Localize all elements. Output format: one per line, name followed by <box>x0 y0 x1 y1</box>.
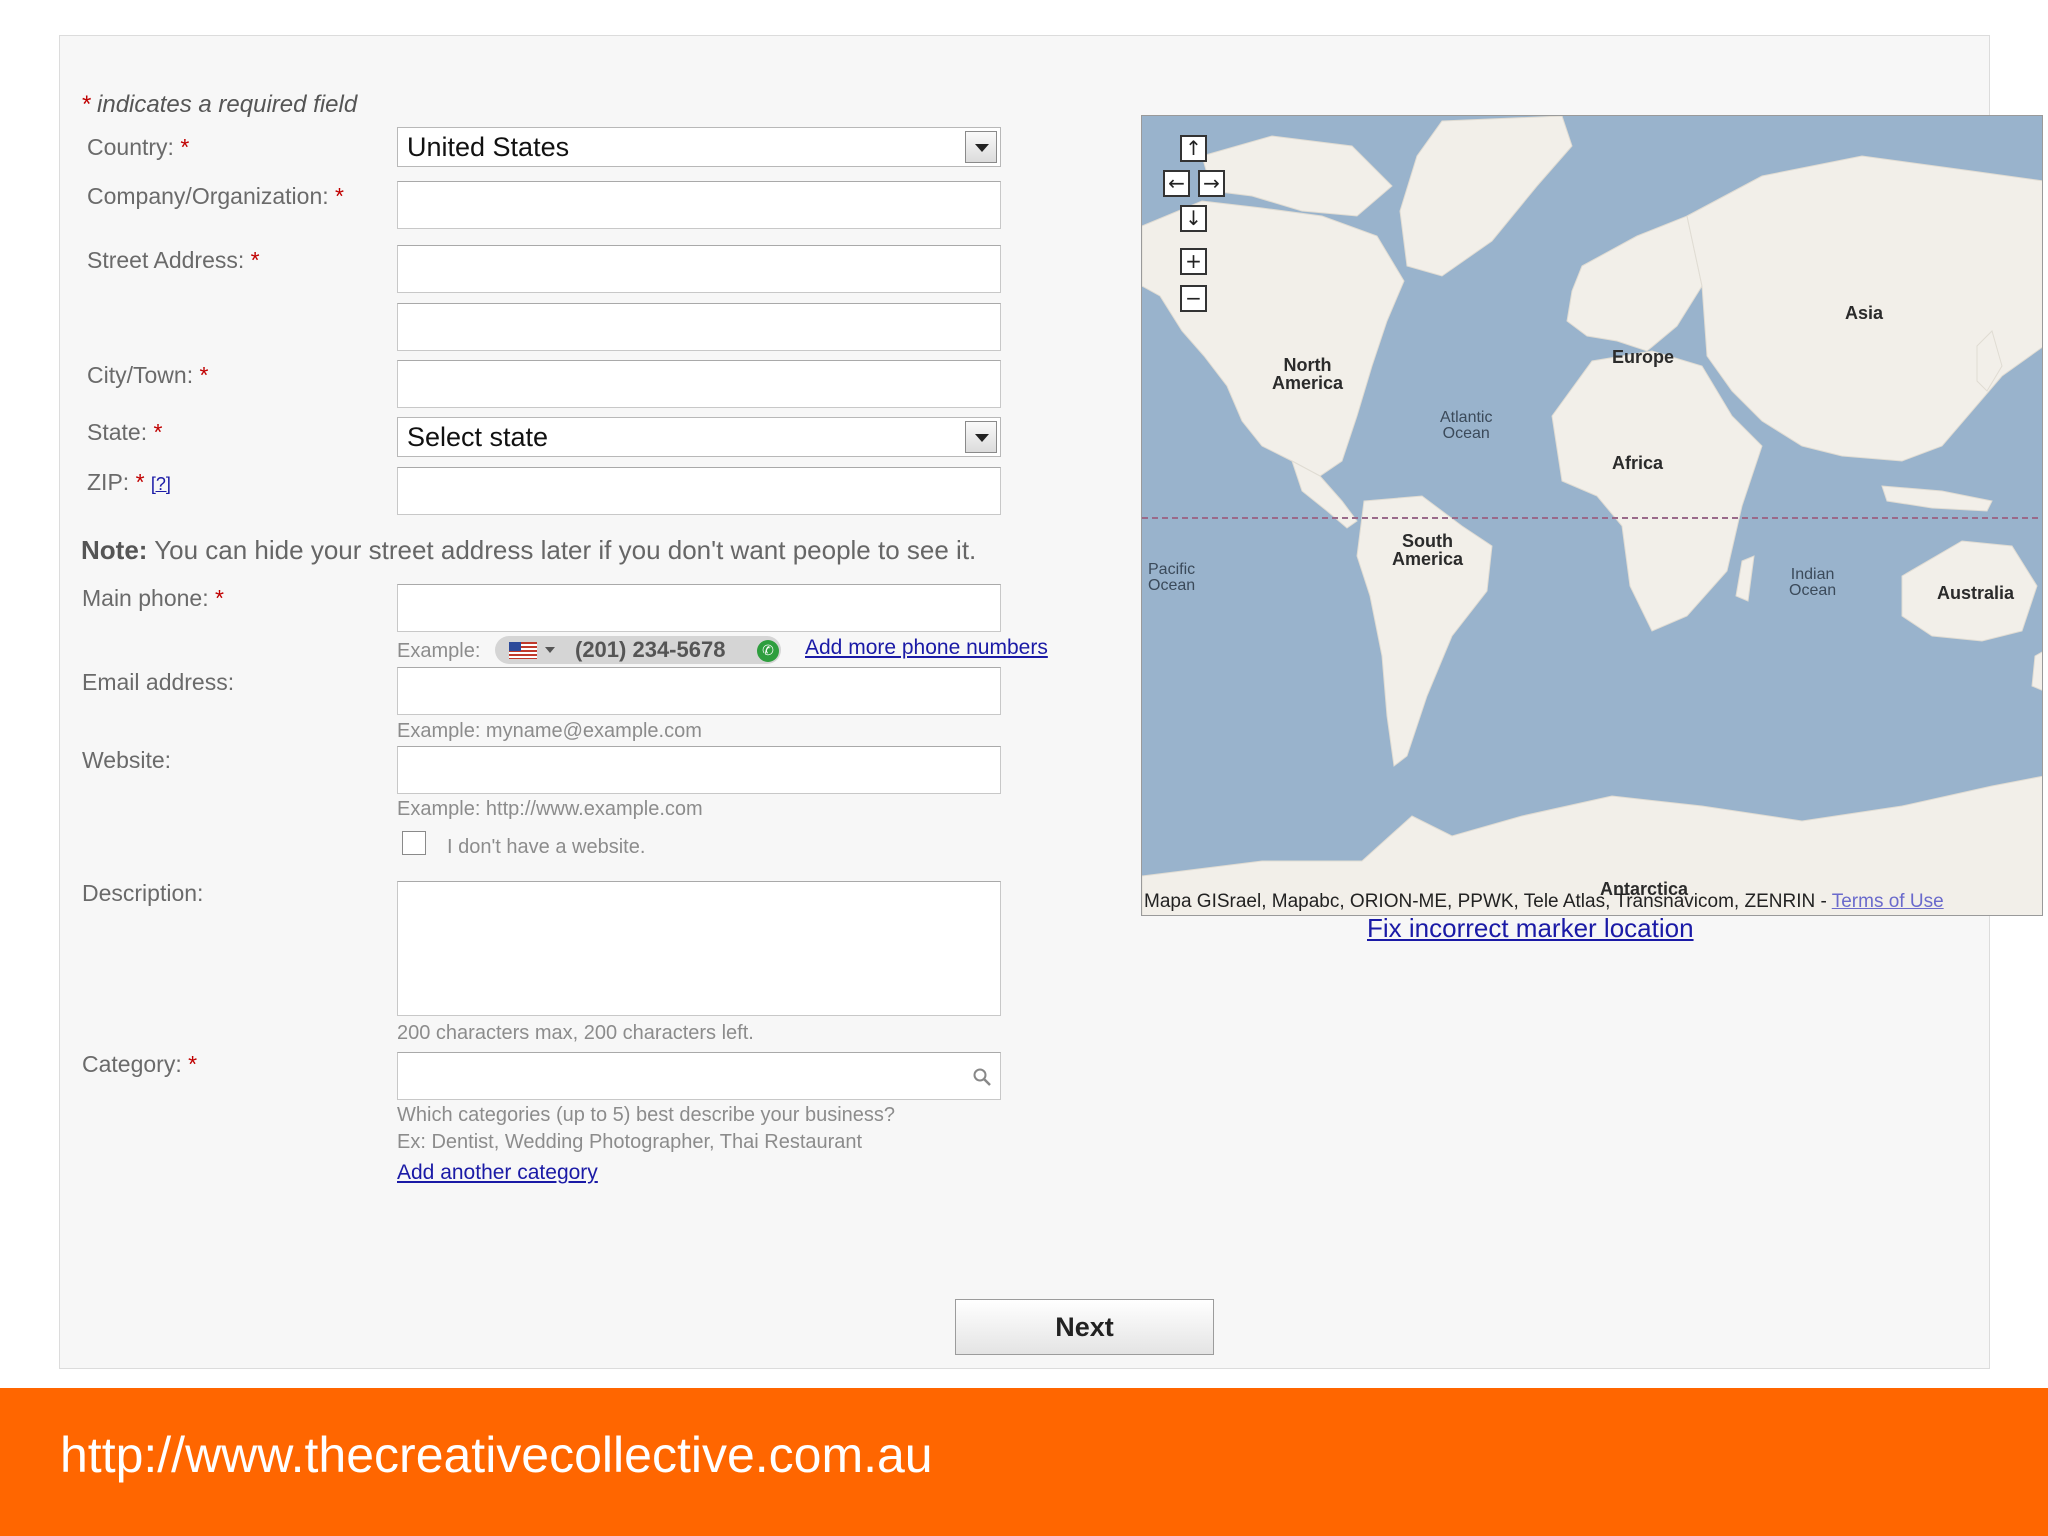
footer-url: http://www.thecreativecollective.com.au <box>60 1427 933 1483</box>
business-form-panel: * indicates a required field Country: * … <box>59 35 2043 1369</box>
greenland-landmass <box>1399 116 1573 277</box>
map-label-asia: Asia <box>1845 303 1884 323</box>
map-label-pacific-ocean: Pacific Ocean <box>1148 561 1196 594</box>
map-label-north-america: North America <box>1272 355 1344 393</box>
chevron-down-icon[interactable] <box>965 421 997 453</box>
next-button[interactable]: Next <box>955 1299 1214 1355</box>
description-counter: 200 characters max, 200 characters left. <box>397 1022 754 1044</box>
pan-right-icon[interactable]: → <box>1198 170 1225 197</box>
fix-marker-location-link[interactable]: Fix incorrect marker location <box>1367 913 1694 944</box>
north-america-landmass <box>1142 200 1405 477</box>
add-category-link[interactable]: Add another category <box>397 1161 598 1185</box>
description-label: Description: <box>82 880 204 906</box>
chevron-down-icon[interactable] <box>965 131 997 163</box>
pan-up-icon[interactable]: ↑ <box>1180 135 1207 162</box>
zip-label: ZIP: * [?] <box>87 469 171 495</box>
country-label: Country: * <box>87 134 190 160</box>
city-label: City/Town: * <box>87 362 209 388</box>
phone-label: Main phone: * <box>82 585 224 611</box>
footer-banner: http://www.thecreativecollective.com.au <box>0 1388 2048 1536</box>
required-note: * indicates a required field <box>81 91 358 118</box>
map-label-europe: Europe <box>1612 347 1675 367</box>
indonesia-landmass <box>1881 485 1993 512</box>
madagascar-landmass <box>1735 555 1755 602</box>
zoom-out-icon[interactable]: − <box>1180 285 1207 312</box>
category-label: Category: * <box>82 1051 198 1077</box>
pan-down-icon[interactable]: ↓ <box>1180 205 1207 232</box>
phone-input[interactable] <box>397 584 1001 632</box>
website-example: Example: http://www.example.com <box>397 798 703 820</box>
pan-left-icon[interactable]: ← <box>1163 170 1190 197</box>
company-label: Company/Organization: * <box>87 183 344 209</box>
phone-call-icon: ✆ <box>757 640 779 662</box>
no-website-label: I don't have a website. <box>447 836 646 858</box>
new-zealand-landmass <box>2031 651 2042 691</box>
search-icon[interactable] <box>972 1067 992 1087</box>
city-input[interactable] <box>397 360 1001 408</box>
africa-landmass <box>1551 350 1763 632</box>
email-label: Email address: <box>82 669 235 695</box>
category-input[interactable] <box>397 1052 1001 1100</box>
street-input-line2[interactable] <box>397 303 1001 351</box>
map-label-australia: Australia <box>1937 583 2015 603</box>
phone-example-number: (201) 234-5678 <box>575 637 726 662</box>
phone-example-chip: (201) 234-5678 ✆ <box>495 636 781 664</box>
state-select[interactable]: Select state <box>397 417 1001 457</box>
category-hint: Which categories (up to 5) best describe… <box>397 1104 896 1126</box>
map-label-south-america: South America <box>1392 531 1464 569</box>
world-map <box>1142 116 2042 915</box>
country-select[interactable]: United States <box>397 127 1001 167</box>
street-privacy-note: Note: You can hide your street address l… <box>81 535 977 565</box>
state-label: State: * <box>87 419 163 445</box>
map-label-atlantic-ocean: Atlantic Ocean <box>1440 409 1493 442</box>
no-website-checkbox[interactable] <box>402 831 426 855</box>
map-view[interactable]: North America South America Europe Asia Af… <box>1141 115 2043 916</box>
street-input-line1[interactable] <box>397 245 1001 293</box>
email-input[interactable] <box>397 667 1001 715</box>
us-flag-icon <box>509 642 537 659</box>
chevron-down-icon <box>545 647 555 653</box>
website-label: Website: <box>82 747 172 773</box>
zoom-in-icon[interactable]: + <box>1180 248 1207 275</box>
europe-landmass <box>1566 215 1703 352</box>
map-label-africa: Africa <box>1612 453 1664 473</box>
company-input[interactable] <box>397 181 1001 229</box>
street-label: Street Address: * <box>87 247 260 273</box>
description-textarea[interactable] <box>397 881 1001 1016</box>
zip-input[interactable] <box>397 467 1001 515</box>
website-input[interactable] <box>397 746 1001 794</box>
terms-of-use-link[interactable]: Terms of Use <box>1832 891 1944 912</box>
zip-help-link[interactable]: [?] <box>151 474 171 494</box>
category-example: Ex: Dentist, Wedding Photographer, Thai … <box>397 1131 863 1153</box>
map-copyright: Mapa GISrael, Mapabc, ORION-ME, PPWK, Te… <box>1144 891 1944 912</box>
add-phone-numbers-link[interactable]: Add more phone numbers <box>805 636 1048 660</box>
email-example: Example: myname@example.com <box>397 720 702 742</box>
map-label-indian-ocean: Indian Ocean <box>1789 566 1837 599</box>
phone-example-label: Example: <box>397 640 481 662</box>
